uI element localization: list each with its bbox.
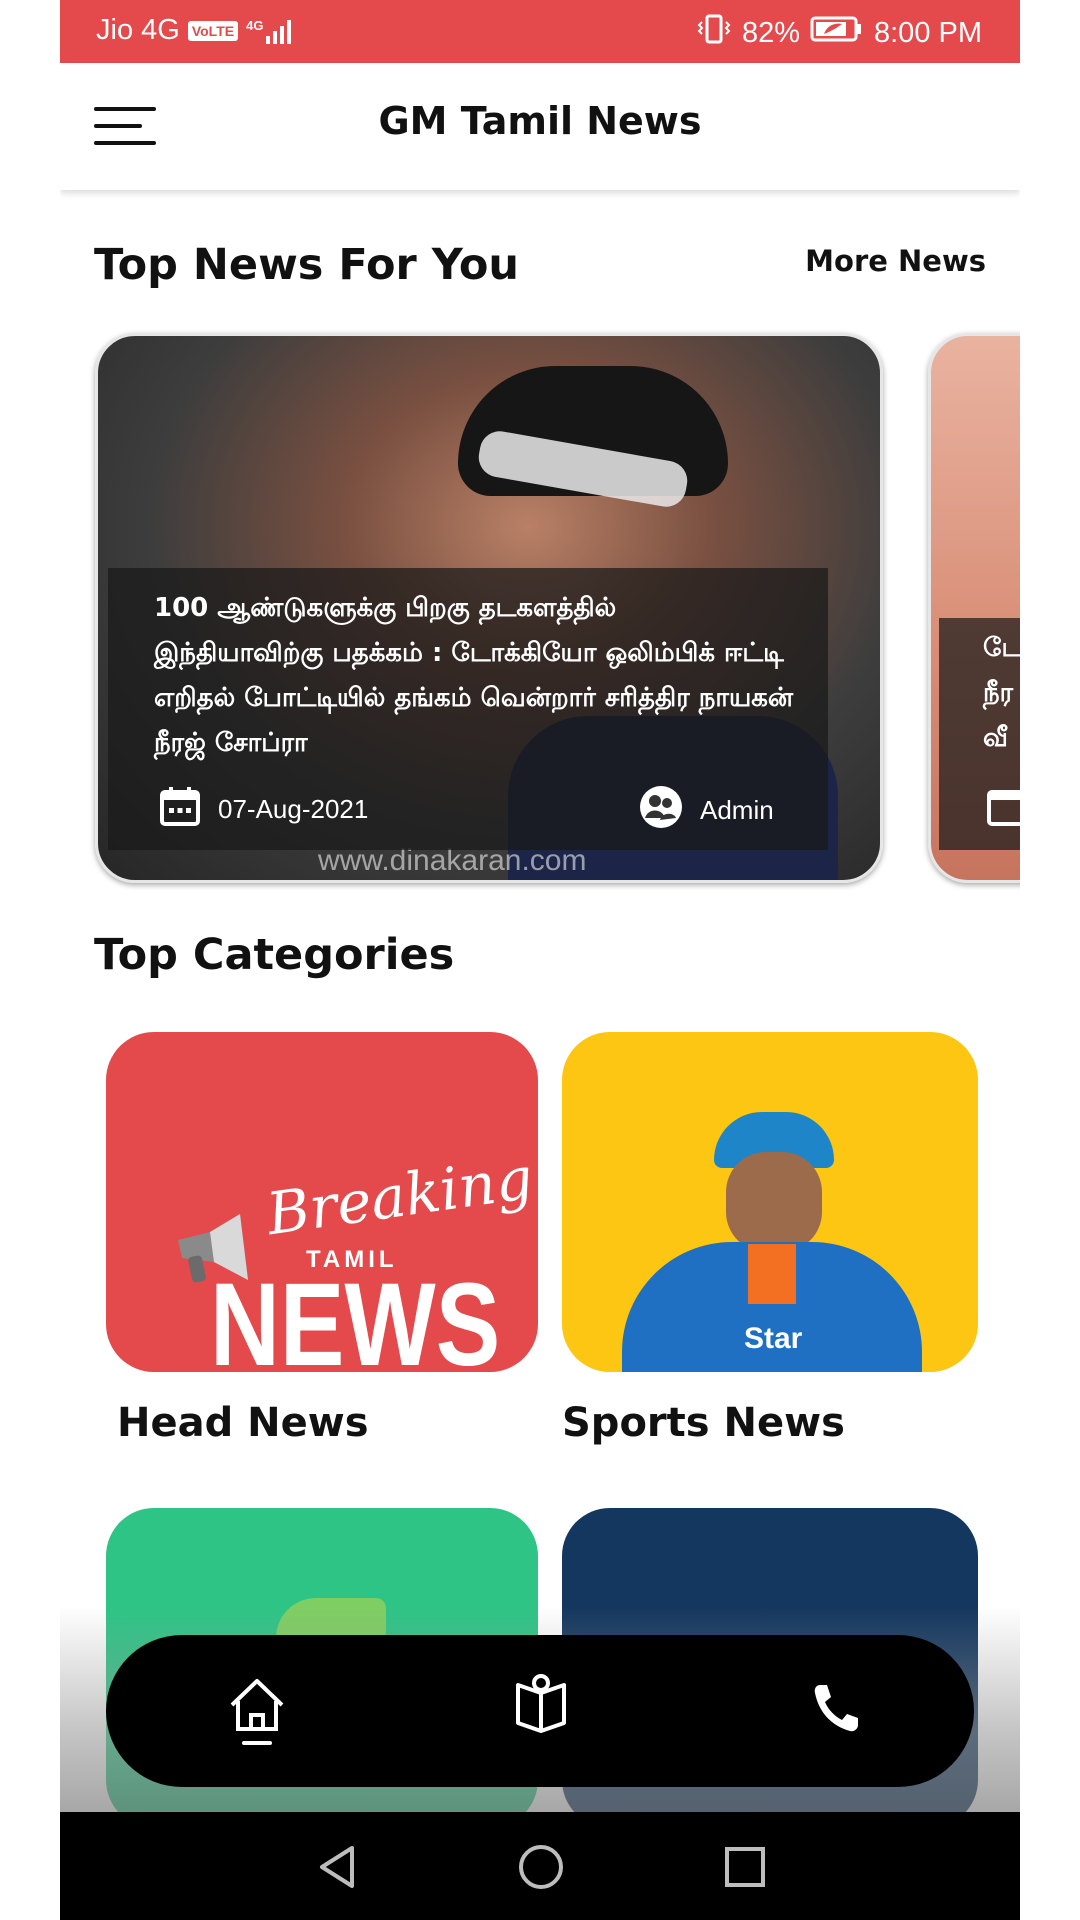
news-card[interactable]: டே நீர வீ [928, 333, 1020, 883]
category-tile-head-news[interactable]: Breaking TAMIL NEWS [106, 1032, 538, 1372]
more-news-link[interactable]: More News [805, 244, 986, 278]
home-circle-icon[interactable] [516, 1842, 566, 1892]
news-date: 07-Aug-2021 [158, 784, 368, 835]
category-label-sports-news[interactable]: Sports News [562, 1400, 845, 1446]
author-label: Admin [700, 795, 774, 825]
news-card[interactable]: www.dinakaran.com 100 ஆண்டுகளுக்கு பிறகு… [95, 333, 883, 883]
app-title: GM Tamil News [378, 99, 702, 143]
book-icon[interactable] [506, 1671, 576, 1751]
vibrate-icon [696, 14, 732, 52]
calendar-icon [158, 784, 202, 835]
volte-badge: VoLTE [187, 20, 239, 41]
system-navigation-bar [60, 1812, 1020, 1920]
status-bar: Jio 4G VoLTE 4G 82% 8:00 PM [60, 0, 1020, 63]
player-photo: Star [622, 1112, 922, 1372]
phone-icon[interactable] [802, 1671, 872, 1751]
news-author: Admin [638, 784, 774, 837]
recents-icon[interactable] [720, 1842, 770, 1892]
top-news-heading: Top News For You [94, 240, 520, 290]
clock-time: 8:00 PM [874, 16, 982, 49]
carrier-label: Jio 4G [96, 14, 180, 46]
category-label-head-news[interactable]: Head News [117, 1400, 369, 1446]
back-icon[interactable] [312, 1842, 362, 1892]
news-headline: 100 ஆண்டுகளுக்கு பிறகு தடகளத்தில் இந்திய… [154, 593, 794, 758]
author-group-icon [638, 784, 684, 837]
signal-icon: 4G [246, 17, 292, 44]
category-tile-sports-news[interactable]: Star [562, 1032, 978, 1372]
calendar-icon [985, 784, 1020, 832]
status-left: Jio 4G VoLTE 4G [96, 14, 292, 47]
battery-icon [810, 15, 864, 51]
news-headline: டே நீர வீ [983, 633, 1020, 753]
status-right: 82% 8:00 PM [696, 14, 982, 52]
megaphone-icon [170, 1210, 270, 1294]
date-label: 07-Aug-2021 [218, 794, 369, 824]
app-screen: Jio 4G VoLTE 4G 82% 8:00 PM GM Tamil New… [60, 0, 1020, 1920]
network-type-label: 4G [246, 17, 264, 33]
bottom-navigation [106, 1635, 974, 1787]
top-categories-heading: Top Categories [94, 930, 455, 980]
jersey-sponsor-text: Star [744, 1322, 803, 1355]
battery-percent: 82% [741, 16, 800, 49]
home-icon[interactable] [222, 1671, 292, 1751]
app-bar: GM Tamil News [60, 63, 1020, 190]
breaking-script-text: Breaking [262, 1143, 537, 1249]
